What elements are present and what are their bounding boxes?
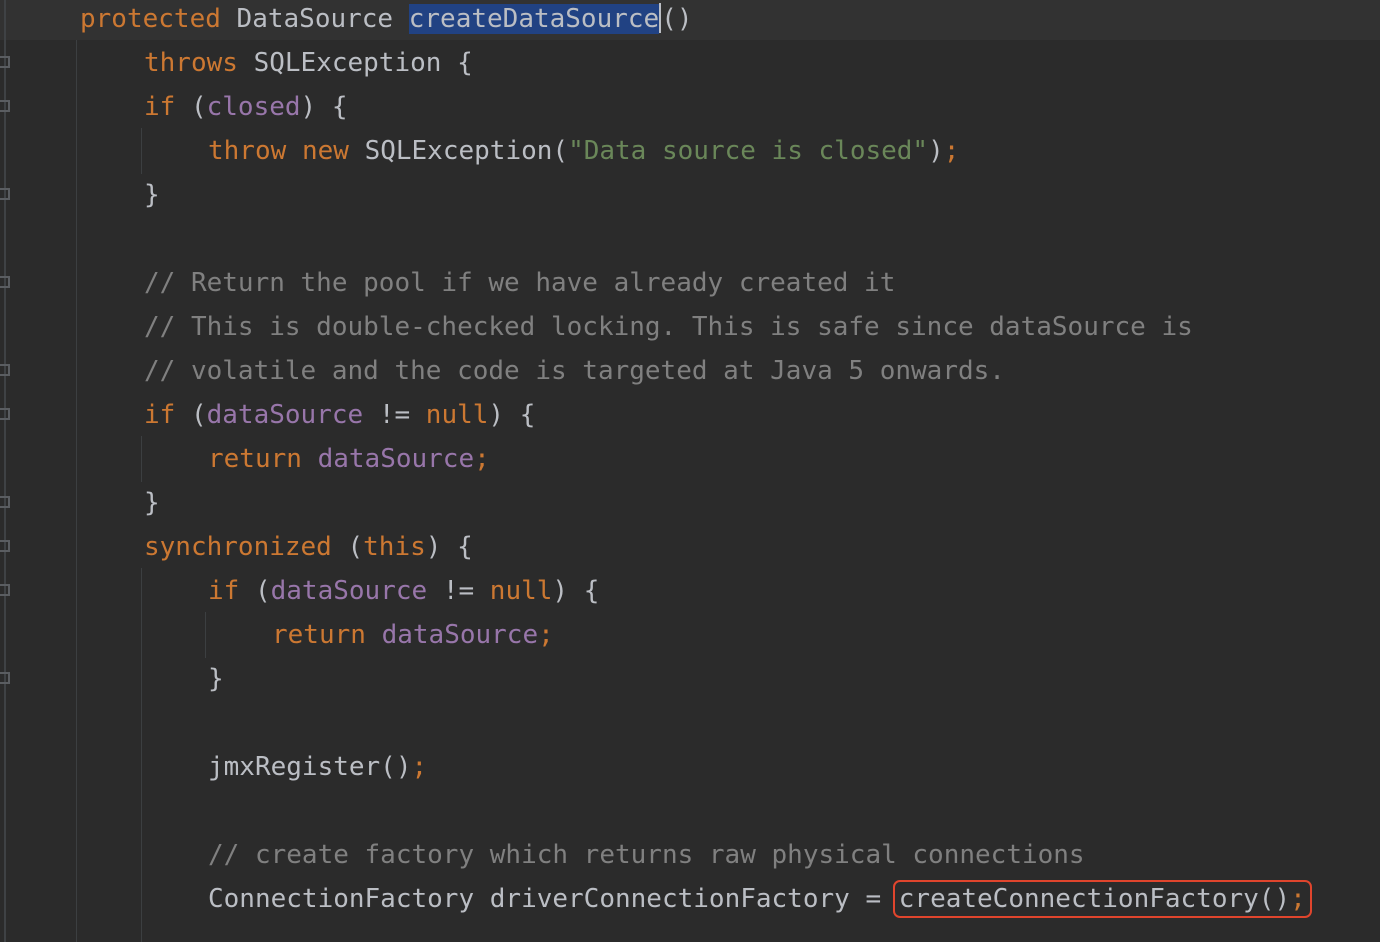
comment-line-2[interactable]: // This is double-checked locking. This … [144,305,1193,349]
semicolon: ; [943,136,960,166]
code-line-3[interactable]: if (closed) { [144,85,348,129]
code-line-13[interactable]: if (dataSource != null) { [208,569,599,613]
this-keyword: this [363,532,426,562]
paren: ( [190,400,207,430]
indent-guide [205,612,206,658]
indent-guide [141,436,142,482]
return-type: DataSource [236,4,394,34]
code-line-1[interactable]: protected DataSource createDataSource() [80,0,693,41]
keyword: protected [80,4,221,34]
type-name: ConnectionFactory [208,884,475,914]
code-line-10[interactable]: return dataSource; [208,437,490,481]
highlighted-call-box[interactable]: createConnectionFactory(); [892,880,1312,918]
paren-brace: ) { [425,532,473,562]
paren-brace: ) { [300,92,348,122]
semicolon: ; [474,444,490,474]
method-name-selected[interactable]: createDataSource [408,4,660,34]
fold-marker-icon[interactable] [0,188,10,200]
code-line-12[interactable]: synchronized (this) { [144,525,473,569]
paren: ( [190,92,207,122]
indent-guide [76,40,77,942]
field: closed [206,92,301,122]
fold-marker-icon[interactable] [0,496,10,508]
gutter-border [4,0,6,942]
field: dataSource [317,444,475,474]
comment-line-3[interactable]: // volatile and the code is targeted at … [144,349,1005,393]
brace: } [144,180,160,210]
code-line-14[interactable]: return dataSource; [272,613,554,657]
code-line-5[interactable]: } [144,173,160,217]
keyword: throw [208,136,287,166]
parens: () [661,4,693,34]
fold-marker-icon[interactable] [0,408,10,420]
fold-marker-icon[interactable] [0,276,10,288]
indent-guide [141,128,142,174]
fold-marker-icon[interactable] [0,364,10,376]
operator: != [378,400,411,430]
code-line-11[interactable]: } [144,481,160,525]
variable-name: driverConnectionFactory [489,884,850,914]
brace: } [144,488,160,518]
paren-brace: ) { [488,400,536,430]
fold-marker-icon[interactable] [0,56,10,68]
method-call: createConnectionFactory() [898,884,1291,914]
paren: ) [928,136,944,166]
comment-line-1[interactable]: // Return the pool if we have already cr… [144,261,895,305]
fold-marker-icon[interactable] [0,584,10,596]
code-line-16[interactable]: jmxRegister(); [208,745,427,789]
field: dataSource [381,620,539,650]
keyword: return [272,620,366,650]
paren: ( [347,532,364,562]
keyword: if [144,400,176,430]
code-editor[interactable]: protected DataSource createDataSource ( ) … [0,0,1380,942]
keyword: if [208,576,240,606]
semicolon: ; [538,620,554,650]
fold-marker-icon[interactable] [0,100,10,112]
field: dataSource [270,576,428,606]
code-line-9[interactable]: if (dataSource != null) { [144,393,535,437]
brace: } [208,664,224,694]
code-line-2[interactable]: throws SQLException { [144,41,473,85]
operator: != [442,576,475,606]
method-call: jmxRegister() [208,752,412,782]
semicolon: ; [1290,884,1306,914]
code-line-18[interactable]: ConnectionFactory driverConnectionFactor… [208,877,1312,921]
exception-type: SQLException { [253,48,473,78]
code-line-4[interactable]: throw new SQLException("Data source is c… [208,129,959,173]
indent-guide [141,568,142,942]
keyword: synchronized [144,532,332,562]
keyword: new [301,136,349,166]
null-literal: null [489,576,553,606]
operator: = [865,884,882,914]
fold-marker-icon[interactable] [0,540,10,552]
string-literal: "Data source is closed" [568,136,929,166]
code-line-15[interactable]: } [208,657,224,701]
semicolon: ; [411,752,428,782]
keyword: return [208,444,302,474]
comment-line-4[interactable]: // create factory which returns raw phys… [208,833,1085,877]
keyword: throws [144,48,238,78]
paren: ( [254,576,271,606]
fold-marker-icon[interactable] [0,672,10,684]
null-literal: null [425,400,489,430]
paren-brace: ) { [552,576,600,606]
keyword: if [144,92,176,122]
class-call: SQLException( [364,136,569,166]
field: dataSource [206,400,364,430]
